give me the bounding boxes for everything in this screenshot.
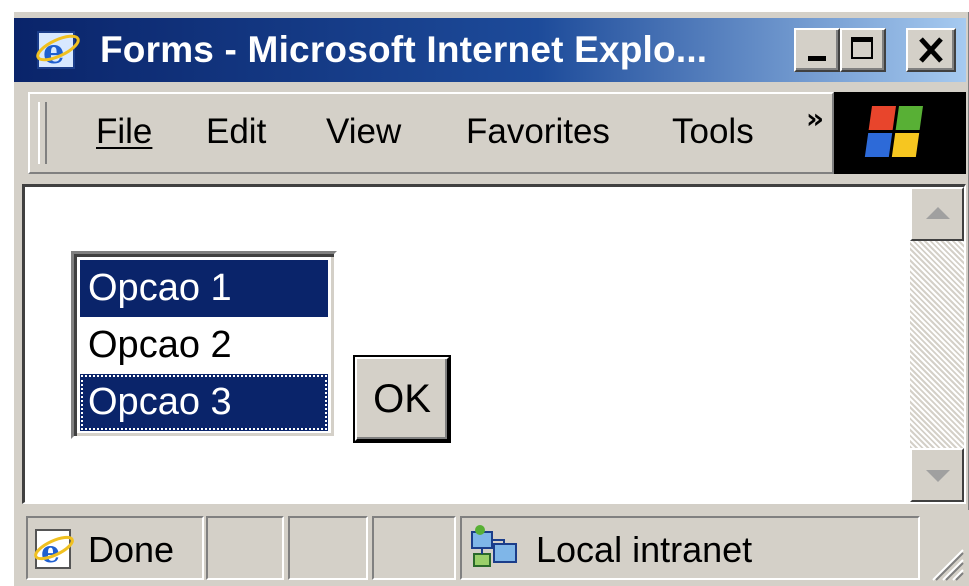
window-title: Forms - Microsoft Internet Explo...: [100, 29, 708, 70]
scroll-up-button[interactable]: [910, 187, 964, 241]
list-item[interactable]: Opcao 3: [80, 374, 328, 431]
vertical-scrollbar[interactable]: [910, 187, 964, 502]
resize-grip-icon[interactable]: [925, 542, 965, 582]
list-item[interactable]: Opcao 2: [80, 317, 328, 374]
ie-page-icon: e: [32, 526, 78, 576]
menu-file[interactable]: File: [96, 104, 152, 160]
page-content: Opcao 1 Opcao 2 Opcao 3 OK: [22, 184, 966, 504]
ie-icon: e: [34, 26, 82, 74]
minimize-icon: [808, 56, 826, 61]
status-panel-empty: [372, 516, 456, 580]
maximize-button[interactable]: [840, 28, 886, 72]
zone-panel[interactable]: Local intranet: [460, 516, 920, 580]
maximize-icon: [851, 37, 873, 59]
menu-overflow-chevron-icon[interactable]: »: [806, 102, 824, 135]
menu-tools[interactable]: Tools: [672, 104, 754, 160]
menu-edit[interactable]: Edit: [206, 104, 266, 160]
scroll-down-button[interactable]: [910, 448, 964, 502]
zone-text: Local intranet: [536, 529, 753, 570]
options-listbox[interactable]: Opcao 1 Opcao 2 Opcao 3: [71, 251, 337, 439]
arrow-up-icon: [926, 207, 950, 219]
windows-logo-icon: [834, 92, 966, 174]
title-bar[interactable]: e Forms - Microsoft Internet Explo...: [14, 18, 966, 82]
minimize-button[interactable]: [794, 28, 840, 72]
local-intranet-icon: [468, 524, 522, 578]
status-text: Done: [88, 529, 175, 570]
list-item[interactable]: Opcao 1: [80, 260, 328, 317]
status-panel-empty: [206, 516, 284, 580]
menu-favorites[interactable]: Favorites: [466, 104, 610, 160]
status-bar: e Done Local intranet: [14, 510, 969, 586]
status-panel-empty: [288, 516, 368, 580]
arrow-down-icon: [926, 470, 950, 482]
close-icon: [919, 37, 943, 63]
menu-bar: File Edit View Favorites Tools »: [14, 88, 966, 182]
status-panel: e Done: [26, 516, 204, 580]
toolbar-gripper[interactable]: [38, 102, 47, 164]
close-button[interactable]: [906, 28, 956, 72]
menu-view[interactable]: View: [326, 104, 401, 160]
ok-button[interactable]: OK: [355, 357, 449, 441]
menu-toolbar: File Edit View Favorites Tools »: [28, 92, 834, 174]
